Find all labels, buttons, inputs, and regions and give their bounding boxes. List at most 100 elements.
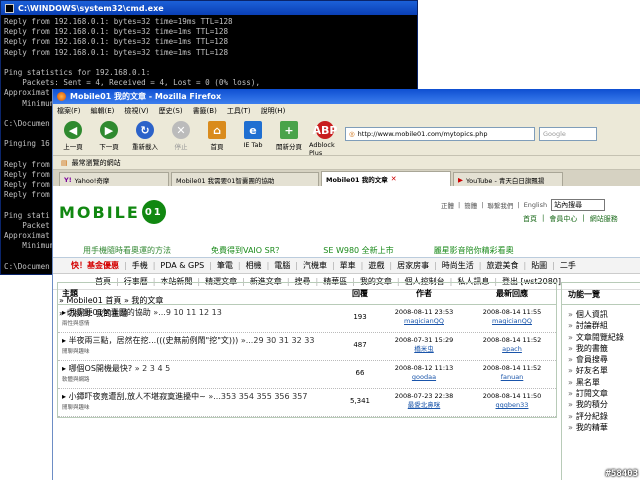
last-reply-cell: 2008-08-14 11:50 qqqben33: [468, 392, 556, 410]
page-links[interactable]: »...29 30 31 32 33: [241, 336, 315, 345]
new-tab-label: 開新分頁: [276, 143, 302, 151]
new-tab-button[interactable]: + 開新分頁: [273, 121, 305, 151]
tab-mobile01-mytopics[interactable]: Mobile01 我的文章 ✕: [321, 171, 451, 186]
site-logo[interactable]: MOBILE 01: [59, 200, 166, 224]
tab-youtube[interactable]: ▶ YouTube - 青天白日旗飄揚: [453, 172, 563, 186]
link-contact[interactable]: 聯繫我們: [487, 200, 513, 210]
function-item[interactable]: » 我的書籤: [568, 343, 640, 354]
category-link[interactable]: 遊戲: [368, 260, 384, 271]
adblock-label: Adblock Plus: [309, 141, 335, 157]
menu-bookmarks[interactable]: 書籤(B): [193, 106, 217, 116]
promo-link[interactable]: 麗星影音陪你精彩看奧: [434, 245, 514, 256]
last-reply-user-link[interactable]: apach: [468, 345, 556, 354]
stop-label: 停止: [174, 143, 188, 151]
category-link[interactable]: 汽機車: [303, 260, 327, 271]
last-reply-user-link[interactable]: qqqben33: [468, 401, 556, 410]
function-item[interactable]: » 個人資訊: [568, 309, 640, 320]
arrow-icon: »: [568, 321, 573, 331]
category-link[interactable]: 單車: [340, 260, 356, 271]
author-cell: 2008-07-31 15:29 橋米虫: [380, 336, 468, 354]
reload-button[interactable]: ↻ 重新載入: [129, 121, 161, 151]
stop-button[interactable]: ✕ 停止: [165, 121, 197, 151]
promo-link[interactable]: SE W980 全新上市: [323, 245, 393, 256]
page-links[interactable]: » 2 3 4 5: [135, 364, 170, 373]
category-link[interactable]: 手機: [132, 260, 148, 271]
tab-yahoo[interactable]: Y! Yahoo!奇摩: [59, 172, 169, 186]
forward-label: 下一頁: [99, 143, 119, 151]
category-link[interactable]: 貼圖: [531, 260, 547, 271]
last-reply-date: 2008-08-14 11:52: [482, 336, 542, 344]
category-link[interactable]: 筆電: [217, 260, 233, 271]
author-link[interactable]: goodaa: [380, 373, 468, 382]
link-services[interactable]: 網站服務: [590, 214, 618, 224]
link-english[interactable]: English: [524, 201, 547, 209]
menu-edit[interactable]: 編輯(E): [91, 106, 115, 116]
menu-help[interactable]: 說明(H): [261, 106, 286, 116]
close-tab-icon[interactable]: ✕: [391, 175, 397, 183]
back-button[interactable]: ◀ 上一頁: [57, 121, 89, 151]
col-author[interactable]: 作者: [380, 288, 468, 299]
function-item[interactable]: » 黑名單: [568, 377, 640, 388]
topic-link[interactable]: 我需要01智囊團的協助: [69, 308, 151, 317]
forum-name[interactable]: 軟體與網路: [62, 375, 340, 385]
browser-titlebar[interactable]: Mobile01 我的文章 - Mozilla Firefox: [53, 89, 640, 104]
category-link[interactable]: 電腦: [274, 260, 290, 271]
function-item[interactable]: » 我的積分: [568, 399, 640, 410]
function-item[interactable]: » 文章閱覽紀錄: [568, 332, 640, 343]
topic-link[interactable]: 哪個OS開機最快?: [69, 364, 133, 373]
category-link[interactable]: 時尚生活: [442, 260, 474, 271]
ietab-button[interactable]: e IE Tab: [237, 121, 269, 149]
link-simplified[interactable]: 簡體: [464, 200, 477, 210]
tab-mobile01-help[interactable]: Mobile01 我需要01智囊團的協助: [171, 172, 319, 186]
link-traditional[interactable]: 正體: [441, 200, 454, 210]
site-search-input[interactable]: [551, 199, 606, 211]
cmd-line: Ping statistics for 192.168.0.1:: [4, 67, 151, 77]
promo-link[interactable]: 免費得到VAIO SR？: [211, 245, 283, 256]
menu-view[interactable]: 檢視(V): [124, 106, 148, 116]
forward-button[interactable]: ▶ 下一頁: [93, 121, 125, 151]
forum-name[interactable]: 閒聊與趣味: [62, 403, 340, 413]
link-home[interactable]: 首頁: [523, 214, 537, 224]
link-member-center[interactable]: 會員中心: [549, 214, 577, 224]
page-links[interactable]: »...353 354 355 356 357: [208, 392, 307, 401]
topic-cell: ▸ 我需要01智囊團的協助 »...9 10 11 12 13 兩性與感情: [58, 308, 340, 329]
author-link[interactable]: magicianQQ: [380, 317, 468, 326]
topic-link[interactable]: 半夜兩三點，居然在挖...(((史無前例鬧"挖"文))): [69, 336, 239, 345]
function-item[interactable]: » 評分紀錄: [568, 411, 640, 422]
category-link[interactable]: 居家房事: [397, 260, 429, 271]
category-link[interactable]: PDA & GPS: [160, 261, 204, 270]
col-topic[interactable]: 主題: [58, 288, 340, 299]
home-button[interactable]: ⌂ 首頁: [201, 121, 233, 151]
promo-link[interactable]: 用手機隨時看奧運的方法: [83, 245, 171, 256]
function-item[interactable]: » 會員搜尋: [568, 354, 640, 365]
function-label: 個人資訊: [575, 310, 608, 319]
cmd-titlebar[interactable]: C:\WINDOWS\system32\cmd.exe: [1, 1, 417, 15]
last-reply-user-link[interactable]: magicianQQ: [468, 317, 556, 326]
author-link[interactable]: 橋米虫: [380, 345, 468, 354]
author-link[interactable]: 最愛北鼻咪: [380, 401, 468, 410]
menu-tools[interactable]: 工具(T): [227, 106, 251, 116]
topic-link[interactable]: 小鐔吓夜竟遭刮,放人不堪寂寞進擾中~: [69, 392, 206, 401]
category-link[interactable]: 相機: [246, 260, 262, 271]
tab-bar: Y! Yahoo!奇摩 Mobile01 我需要01智囊團的協助 Mobile0…: [53, 170, 640, 186]
url-bar[interactable]: ◎ http://www.mobile01.com/mytopics.php: [345, 127, 535, 141]
page-links[interactable]: »...9 10 11 12 13: [153, 308, 222, 317]
menu-file[interactable]: 檔案(F): [57, 106, 81, 116]
forum-name[interactable]: 兩性與感情: [62, 319, 340, 329]
menu-history[interactable]: 歷史(S): [159, 106, 183, 116]
bookmark-most-visited[interactable]: 最常瀏覽的網站: [72, 158, 121, 168]
function-item[interactable]: » 好友名單: [568, 365, 640, 376]
col-last-reply[interactable]: 最新回應: [468, 288, 556, 299]
arrow-icon: »: [568, 310, 573, 319]
category-link[interactable]: 快！基金優惠: [71, 260, 119, 271]
function-item[interactable]: » 我的精華: [568, 422, 640, 433]
category-link[interactable]: 旅遊美食: [486, 260, 518, 271]
col-replies[interactable]: 回覆: [340, 288, 380, 299]
search-input[interactable]: Google: [539, 127, 597, 141]
last-reply-user-link[interactable]: fanuan: [468, 373, 556, 382]
category-link[interactable]: 二手: [560, 260, 576, 271]
forum-name[interactable]: 閒聊與趣味: [62, 347, 340, 357]
function-item[interactable]: » 訂閱文章: [568, 388, 640, 399]
function-item[interactable]: » 討論群組: [568, 320, 640, 331]
adblock-button[interactable]: ABP Adblock Plus: [309, 121, 341, 157]
